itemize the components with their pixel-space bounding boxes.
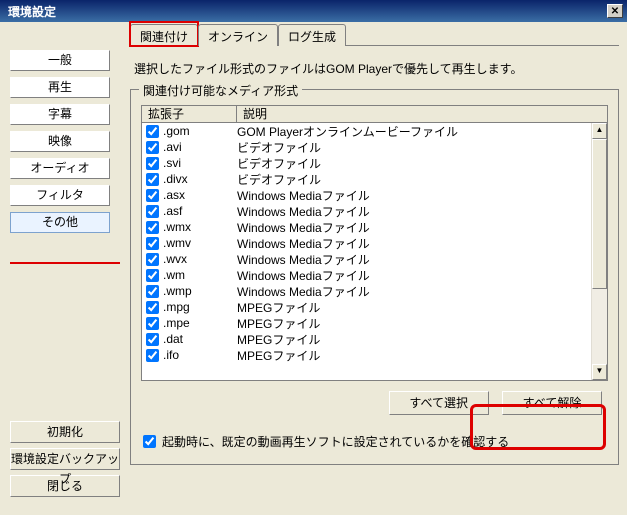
desc-cell: GOM Playerオンラインムービーファイル	[237, 123, 607, 140]
table-row[interactable]: .mpeMPEGファイル	[142, 315, 607, 331]
sidebar-item-general[interactable]: 一般	[10, 50, 110, 71]
row-checkbox[interactable]	[146, 221, 159, 234]
column-desc[interactable]: 説明	[237, 106, 607, 123]
desc-cell: MPEGファイル	[237, 315, 607, 332]
row-checkbox[interactable]	[146, 269, 159, 282]
desc-cell: Windows Mediaファイル	[237, 283, 607, 300]
desc-cell: ビデオファイル	[237, 171, 607, 188]
row-checkbox[interactable]	[146, 173, 159, 186]
window-title: 環境設定	[4, 3, 607, 20]
titlebar: 環境設定 ✕	[0, 0, 627, 22]
reset-button[interactable]: 初期化	[10, 421, 120, 443]
list-header: 拡張子 説明	[141, 105, 608, 123]
scroll-up-icon[interactable]: ▲	[592, 123, 607, 139]
table-row[interactable]: .datMPEGファイル	[142, 331, 607, 347]
sidebar-item-other[interactable]: その他	[10, 212, 110, 233]
settings-window: 環境設定 ✕ 一般 再生 字幕 映像 オーディオ フィルタ その他 初期化 環境…	[0, 0, 627, 515]
table-row[interactable]: .wvxWindows Mediaファイル	[142, 251, 607, 267]
desc-cell: MPEGファイル	[237, 299, 607, 316]
row-checkbox[interactable]	[146, 285, 159, 298]
row-checkbox[interactable]	[146, 237, 159, 250]
row-checkbox[interactable]	[146, 333, 159, 346]
description-text: 選択したファイル形式のファイルはGOM Playerで優先して再生します。	[134, 60, 619, 77]
table-row[interactable]: .aviビデオファイル	[142, 139, 607, 155]
ext-cell: .gom	[163, 124, 237, 138]
sidebar-item-filter[interactable]: フィルタ	[10, 185, 110, 206]
table-row[interactable]: .gomGOM Playerオンラインムービーファイル	[142, 123, 607, 139]
ext-cell: .divx	[163, 172, 237, 186]
table-row[interactable]: .wmvWindows Mediaファイル	[142, 235, 607, 251]
ext-cell: .asx	[163, 188, 237, 202]
row-checkbox[interactable]	[146, 125, 159, 138]
desc-cell: Windows Mediaファイル	[237, 235, 607, 252]
select-all-button[interactable]: すべて選択	[389, 391, 489, 415]
startup-check-label: 起動時に、既定の動画再生ソフトに設定されているかを確認する	[162, 433, 509, 450]
desc-cell: ビデオファイル	[237, 139, 607, 156]
ext-cell: .mpe	[163, 316, 237, 330]
desc-cell: Windows Mediaファイル	[237, 251, 607, 268]
ext-cell: .dat	[163, 332, 237, 346]
desc-cell: ビデオファイル	[237, 155, 607, 172]
column-ext[interactable]: 拡張子	[142, 106, 237, 123]
ext-cell: .mpg	[163, 300, 237, 314]
row-checkbox[interactable]	[146, 189, 159, 202]
row-checkbox[interactable]	[146, 317, 159, 330]
sidebar-item-subtitle[interactable]: 字幕	[10, 104, 110, 125]
tab-online[interactable]: オンライン	[198, 24, 278, 46]
deselect-all-button[interactable]: すべて解除	[502, 391, 602, 415]
sidebar-item-video[interactable]: 映像	[10, 131, 110, 152]
close-icon[interactable]: ✕	[607, 4, 623, 18]
table-row[interactable]: .mpgMPEGファイル	[142, 299, 607, 315]
table-row[interactable]: .asxWindows Mediaファイル	[142, 187, 607, 203]
scrollbar[interactable]: ▲ ▼	[591, 123, 607, 380]
desc-cell: Windows Mediaファイル	[237, 203, 607, 220]
ext-cell: .svi	[163, 156, 237, 170]
ext-cell: .wm	[163, 268, 237, 282]
table-row[interactable]: .wmWindows Mediaファイル	[142, 267, 607, 283]
scroll-thumb[interactable]	[592, 139, 607, 289]
ext-cell: .avi	[163, 140, 237, 154]
bottom-buttons: 初期化 環境設定バックアップ 閉じる	[10, 416, 125, 497]
startup-checkbox[interactable]	[143, 435, 156, 448]
tab-bar: 関連付け オンライン ログ生成	[130, 24, 619, 46]
startup-check-row: 起動時に、既定の動画再生ソフトに設定されているかを確認する	[141, 433, 608, 450]
ext-cell: .wvx	[163, 252, 237, 266]
row-checkbox[interactable]	[146, 141, 159, 154]
ext-cell: .ifo	[163, 348, 237, 362]
desc-cell: Windows Mediaファイル	[237, 267, 607, 284]
ext-cell: .wmp	[163, 284, 237, 298]
selection-buttons: すべて選択 すべて解除	[141, 391, 608, 415]
desc-cell: Windows Mediaファイル	[237, 187, 607, 204]
ext-cell: .wmx	[163, 220, 237, 234]
backup-button[interactable]: 環境設定バックアップ	[10, 448, 120, 470]
table-row[interactable]: .divxビデオファイル	[142, 171, 607, 187]
desc-cell: MPEGファイル	[237, 347, 607, 364]
table-row[interactable]: .asfWindows Mediaファイル	[142, 203, 607, 219]
main-panel: 関連付け オンライン ログ生成 選択したファイル形式のファイルはGOM Play…	[130, 24, 619, 507]
sidebar-item-audio[interactable]: オーディオ	[10, 158, 110, 179]
row-checkbox[interactable]	[146, 349, 159, 362]
sidebar-item-playback[interactable]: 再生	[10, 77, 110, 98]
table-row[interactable]: .sviビデオファイル	[142, 155, 607, 171]
media-formats-group: 関連付け可能なメディア形式 拡張子 説明 .gomGOM Playerオンライン…	[130, 89, 619, 465]
group-title: 関連付け可能なメディア形式	[139, 82, 302, 99]
table-row[interactable]: .ifoMPEGファイル	[142, 347, 607, 363]
tab-association[interactable]: 関連付け	[130, 24, 198, 47]
desc-cell: Windows Mediaファイル	[237, 219, 607, 236]
scroll-down-icon[interactable]: ▼	[592, 364, 607, 380]
table-row[interactable]: .wmxWindows Mediaファイル	[142, 219, 607, 235]
ext-cell: .asf	[163, 204, 237, 218]
close-button[interactable]: 閉じる	[10, 475, 120, 497]
row-checkbox[interactable]	[146, 253, 159, 266]
ext-cell: .wmv	[163, 236, 237, 250]
row-checkbox[interactable]	[146, 157, 159, 170]
row-checkbox[interactable]	[146, 205, 159, 218]
list-body: .gomGOM Playerオンラインムービーファイル.aviビデオファイル.s…	[141, 123, 608, 381]
row-checkbox[interactable]	[146, 301, 159, 314]
highlight-underline	[10, 262, 120, 264]
sidebar: 一般 再生 字幕 映像 オーディオ フィルタ その他	[10, 50, 120, 239]
desc-cell: MPEGファイル	[237, 331, 607, 348]
table-row[interactable]: .wmpWindows Mediaファイル	[142, 283, 607, 299]
tab-log[interactable]: ログ生成	[278, 24, 346, 46]
